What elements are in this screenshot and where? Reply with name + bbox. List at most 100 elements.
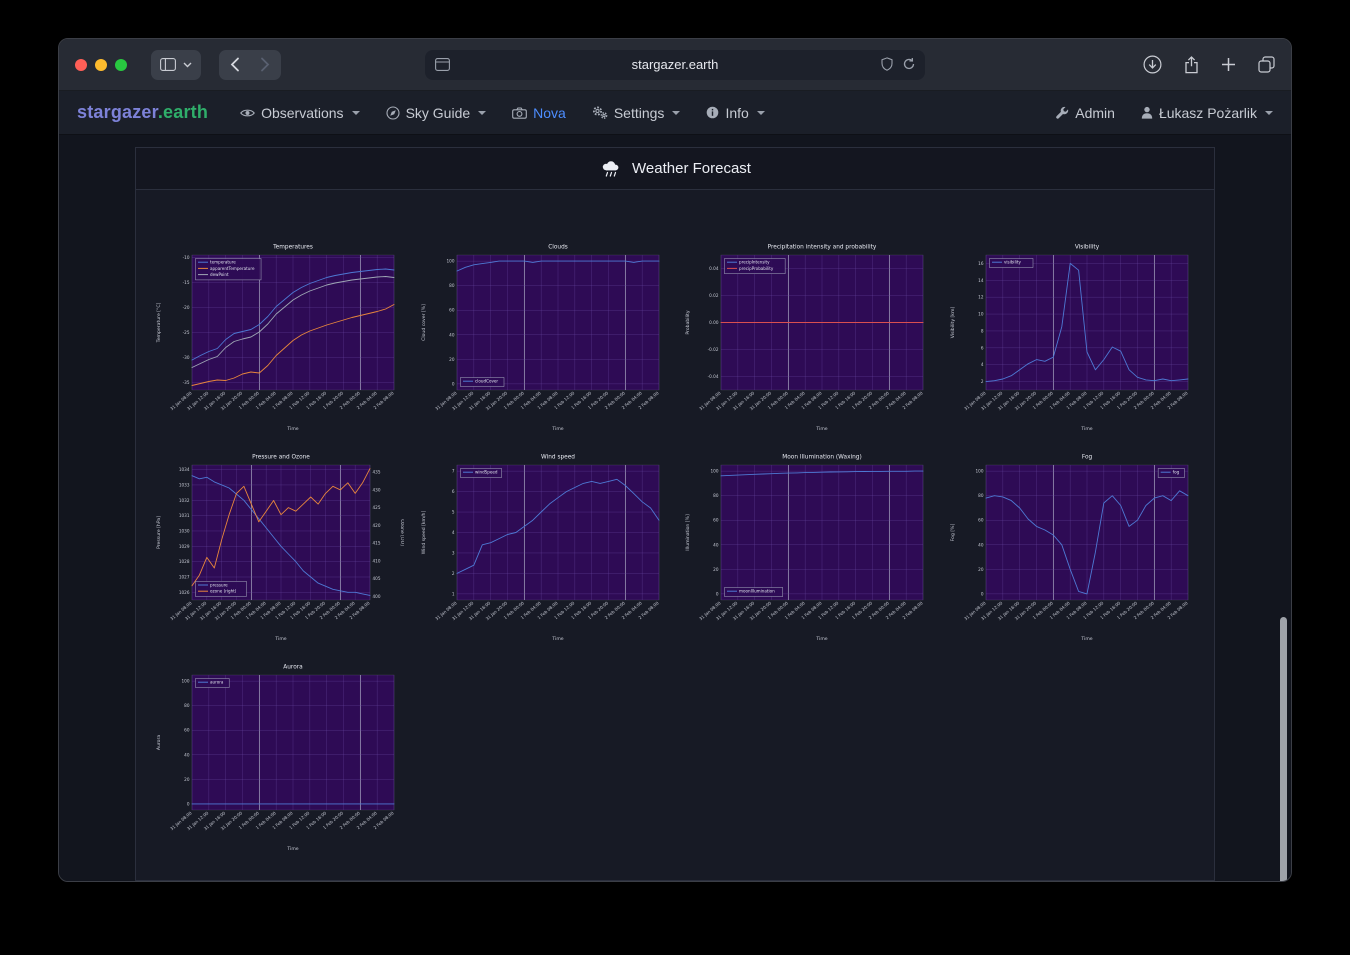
eye-icon [240, 108, 255, 118]
chart-pressure-ozone: 31 Jan 08:0031 Jan 12:0031 Jan 16:0031 J… [152, 450, 404, 650]
nav-nova-label: Nova [533, 105, 566, 121]
svg-text:Illumination [%]: Illumination [%] [685, 514, 691, 551]
minimize-window-button[interactable] [95, 59, 107, 71]
new-tab-icon[interactable] [1221, 57, 1236, 72]
share-icon[interactable] [1184, 56, 1199, 74]
svg-text:14: 14 [978, 278, 984, 283]
svg-text:-0.04: -0.04 [708, 374, 719, 379]
svg-text:moonIllumination: moonIllumination [739, 589, 775, 594]
svg-text:2: 2 [981, 379, 984, 384]
nav-settings[interactable]: Settings [592, 105, 681, 121]
svg-text:visibility: visibility [1004, 260, 1021, 265]
svg-text:Pressure and Ozone: Pressure and Ozone [252, 455, 310, 461]
browser-toolbar: stargazer.earth [59, 39, 1291, 91]
site-logo[interactable]: stargazer.earth [77, 102, 208, 123]
card-title: Weather Forecast [632, 160, 751, 177]
svg-text:20: 20 [713, 567, 719, 572]
svg-text:Wind speed [km/h]: Wind speed [km/h] [421, 511, 427, 555]
svg-text:60: 60 [184, 728, 190, 733]
nav-info[interactable]: Info [706, 105, 764, 121]
sidebar-toggle-button[interactable] [151, 50, 201, 80]
svg-text:80: 80 [978, 493, 984, 498]
chevron-down-icon [352, 111, 360, 115]
tab-overview-icon[interactable] [1258, 56, 1275, 73]
window-controls [75, 59, 127, 71]
privacy-shield-icon[interactable] [881, 57, 893, 71]
svg-text:dewPoint: dewPoint [210, 272, 229, 277]
nav-nova[interactable]: Nova [512, 105, 566, 121]
svg-text:1033: 1033 [179, 482, 190, 487]
svg-text:-20: -20 [183, 305, 190, 310]
brand-primary: stargazer [77, 102, 158, 122]
svg-text:Cloud cover [%]: Cloud cover [%] [421, 304, 427, 341]
svg-text:Wind speed: Wind speed [541, 455, 575, 461]
svg-text:windSpeed: windSpeed [475, 470, 498, 475]
svg-text:430: 430 [373, 487, 381, 492]
svg-text:apparentTemperature: apparentTemperature [210, 266, 255, 271]
svg-text:Time: Time [1080, 636, 1092, 642]
svg-text:60: 60 [449, 308, 455, 313]
svg-text:3: 3 [451, 550, 454, 555]
downloads-icon[interactable] [1143, 55, 1162, 74]
svg-text:20: 20 [978, 567, 984, 572]
svg-text:Time: Time [286, 846, 298, 852]
svg-text:Probability: Probability [685, 310, 691, 335]
reload-icon[interactable] [902, 57, 916, 71]
svg-text:Visibility [km]: Visibility [km] [950, 307, 956, 339]
svg-text:Fog: Fog [1082, 455, 1093, 461]
compass-icon [386, 106, 400, 120]
url-text: stargazer.earth [425, 50, 925, 80]
svg-text:0.04: 0.04 [709, 266, 719, 271]
gear-icon [592, 106, 608, 119]
user-icon [1141, 106, 1153, 119]
svg-text:-25: -25 [183, 330, 190, 335]
back-button[interactable] [230, 57, 240, 72]
nav-user-menu[interactable]: Łukasz Pożarlik [1141, 105, 1273, 121]
svg-text:2: 2 [451, 571, 454, 576]
svg-text:80: 80 [184, 703, 190, 708]
svg-text:aurora: aurora [210, 680, 224, 685]
svg-text:20: 20 [449, 357, 455, 362]
chart-clouds: 31 Jan 08:0031 Jan 12:0031 Jan 16:0031 J… [417, 240, 669, 440]
scrollbar-thumb[interactable] [1280, 617, 1287, 882]
svg-text:Temperature [°C]: Temperature [°C] [156, 302, 162, 343]
svg-text:400: 400 [373, 594, 381, 599]
svg-text:Ozone [DU]: Ozone [DU] [399, 519, 404, 546]
address-bar[interactable]: stargazer.earth [425, 50, 925, 80]
svg-text:Visibility: Visibility [1075, 245, 1100, 251]
nav-info-label: Info [725, 105, 748, 121]
zoom-window-button[interactable] [115, 59, 127, 71]
close-window-button[interactable] [75, 59, 87, 71]
nav-admin[interactable]: Admin [1055, 105, 1115, 121]
card-header: Weather Forecast [136, 148, 1214, 190]
svg-text:12: 12 [978, 295, 984, 300]
chevron-down-icon [1265, 111, 1273, 115]
nav-observations[interactable]: Observations [240, 105, 359, 121]
chart-aurora: 31 Jan 08:0031 Jan 12:0031 Jan 16:0031 J… [152, 660, 404, 860]
svg-text:precipProbability: precipProbability [739, 266, 774, 271]
svg-text:40: 40 [184, 752, 190, 757]
svg-text:Aurora: Aurora [283, 665, 303, 671]
svg-text:0: 0 [187, 801, 190, 806]
svg-text:1026: 1026 [179, 590, 190, 595]
svg-text:40: 40 [713, 542, 719, 547]
chevron-down-icon [757, 111, 765, 115]
navbar-right: Admin Łukasz Pożarlik [1055, 105, 1273, 121]
weather-forecast-card: Weather Forecast 31 Jan 08:0031 Jan 12:0… [135, 147, 1215, 881]
svg-text:415: 415 [373, 541, 381, 546]
nav-sky-guide[interactable]: Sky Guide [386, 105, 487, 121]
sidebar-icon [160, 58, 176, 71]
svg-text:1028: 1028 [179, 559, 190, 564]
svg-text:-30: -30 [183, 355, 190, 360]
svg-text:precipIntensity: precipIntensity [739, 260, 770, 265]
toolbar-actions [1143, 55, 1275, 74]
svg-text:40: 40 [449, 332, 455, 337]
svg-text:410: 410 [373, 558, 381, 563]
svg-text:-15: -15 [183, 280, 190, 285]
svg-text:Moon Illumination (Waxing): Moon Illumination (Waxing) [783, 455, 862, 461]
chart-visibility: 31 Jan 08:0031 Jan 12:0031 Jan 16:0031 J… [946, 240, 1198, 440]
page-icon [435, 58, 450, 71]
forward-button[interactable] [260, 57, 270, 72]
site-navbar: stargazer.earth Observations Sky Guide [59, 91, 1291, 135]
wrench-icon [1055, 106, 1069, 120]
